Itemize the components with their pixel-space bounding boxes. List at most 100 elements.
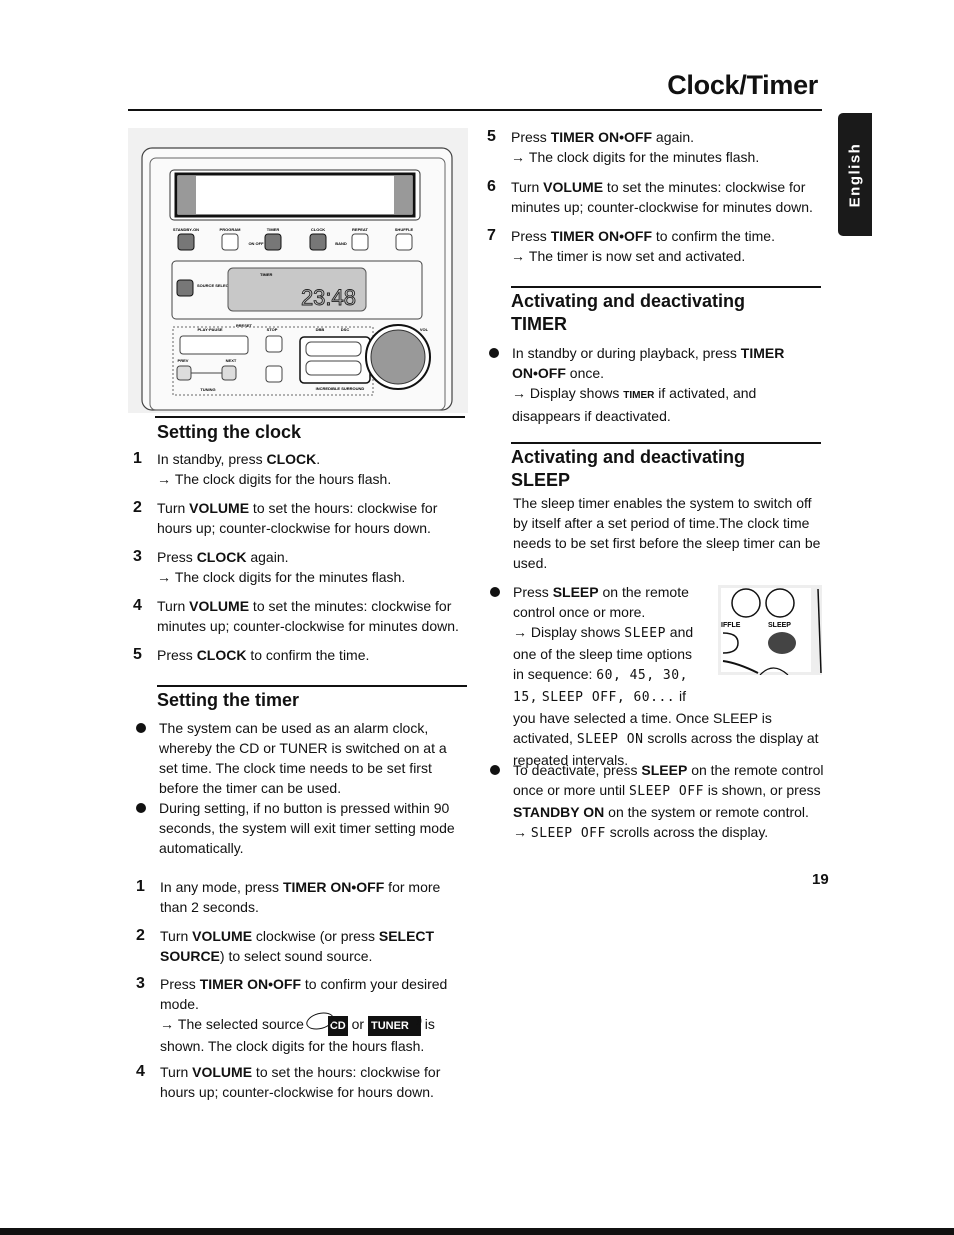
heading-setting-timer: Setting the timer xyxy=(157,690,300,710)
lcd-time-readout: 23:48 xyxy=(301,285,356,310)
bold-key-label: VOLUME xyxy=(189,598,250,614)
item-text: Press TIMER ON•OFF to confirm the time. xyxy=(511,226,823,246)
item-text: In standby or during playback, press TIM… xyxy=(512,343,817,383)
item-text: Press CLOCK again. xyxy=(157,547,469,567)
text-run: . xyxy=(316,451,321,467)
step-number: 3 xyxy=(133,548,142,565)
item-text: To deactivate, press SLEEP on the remote… xyxy=(513,760,825,822)
label-play-pause: PLAY·PAUSE xyxy=(197,327,222,332)
bullet-item: The system can be used as an alarm clock… xyxy=(136,718,459,798)
result-line: → The timer is now set and activated. xyxy=(511,246,823,266)
step-item: 4 Turn VOLUME to set the minutes: clockwi… xyxy=(133,596,469,636)
bold-key-label: CLOCK xyxy=(196,549,247,565)
text-run: Press xyxy=(160,976,200,992)
label-tuning: TUNING xyxy=(200,387,215,392)
timer-button xyxy=(264,233,282,251)
page-number: 19 xyxy=(812,871,829,888)
text-run: Turn xyxy=(511,179,544,195)
bullet-icon xyxy=(489,348,499,358)
bullet-item: To deactivate, press SLEEP on the remote… xyxy=(490,760,825,844)
label-stop: STOP xyxy=(267,327,278,332)
item-text: During setting, if no button is pressed … xyxy=(159,798,464,858)
label-surround: INCREDIBLE SURROUND xyxy=(316,386,365,391)
text-run: again. xyxy=(246,549,289,565)
result-line: → The clock digits for the minutes flash… xyxy=(511,147,823,167)
sleep-intro-paragraph: The sleep timer enables the system to sw… xyxy=(513,495,821,571)
text-run: In standby or during playback, press xyxy=(512,345,741,361)
label-clock: CLOCK xyxy=(311,227,325,232)
device-front-panel-illustration: STANDBY-ON PROGRAM TIMER CLOCK REPEAT SH… xyxy=(128,128,468,413)
text-run: To deactivate, press xyxy=(513,762,642,778)
arrow-icon: → xyxy=(160,1016,178,1032)
tuner-source-icon: TUNER xyxy=(367,1016,421,1036)
display-text: SLEEP xyxy=(624,626,666,641)
stop-button xyxy=(265,335,283,353)
clock-button xyxy=(309,233,327,251)
item-text: Press CLOCK to confirm the time. xyxy=(157,645,469,665)
standby-button xyxy=(177,233,195,251)
heading-activating-timer: Activating and deactivating TIMER xyxy=(511,290,745,336)
step-number: 6 xyxy=(487,178,496,195)
display-text: SLEEP OFF xyxy=(628,784,704,799)
text-run: The clock digits for the hours flash. xyxy=(174,471,392,487)
text-run: In standby, press xyxy=(157,451,267,467)
bullet-item: During setting, if no button is pressed … xyxy=(136,798,464,858)
lcd-timer-indicator: TIMER xyxy=(260,272,273,277)
text-run: Press xyxy=(511,228,551,244)
play-pause-button xyxy=(179,335,249,355)
arrow-icon: → xyxy=(511,149,529,165)
section-rule xyxy=(155,416,465,418)
item-text: Turn VOLUME to set the hours: clockwise … xyxy=(157,498,469,538)
text-run: once. xyxy=(565,365,605,381)
bullet-item: Press SLEEP on the remote control once o… xyxy=(490,582,825,770)
step-item: 2 Turn VOLUME clockwise (or press SELECT … xyxy=(136,926,465,966)
step-number: 7 xyxy=(487,227,496,244)
display-text: SLEEP OFF, 60... xyxy=(541,690,676,705)
step-item: 2 Turn VOLUME to set the hours: clockwise… xyxy=(133,498,469,538)
language-tab: English xyxy=(838,113,872,236)
text-run: Turn xyxy=(160,1064,193,1080)
section-rule xyxy=(511,442,821,444)
arrow-icon: → xyxy=(157,569,175,585)
bold-key-label: VOLUME xyxy=(189,500,250,516)
text-run: Press xyxy=(513,584,553,600)
result-line: → SLEEP OFF scrolls across the display. xyxy=(513,822,825,844)
text-run: Turn xyxy=(157,500,190,516)
text-run: TIMER xyxy=(623,390,655,401)
heading-setting-clock: Setting the clock xyxy=(157,422,302,442)
bottom-bar xyxy=(0,1228,954,1235)
item-text: Turn VOLUME clockwise (or press SELECT S… xyxy=(160,926,465,966)
step-item: 3 Press TIMER ON•OFF to confirm your desi… xyxy=(136,974,460,1056)
next-button xyxy=(221,365,237,381)
text-run: In any mode, press xyxy=(160,879,283,895)
step-item: 6 Turn VOLUME to set the minutes: clockwi… xyxy=(487,177,823,217)
heading-line: SLEEP xyxy=(511,470,571,490)
bullet-item: In standby or during playback, press TIM… xyxy=(489,343,817,426)
step-number: 1 xyxy=(133,450,142,467)
result-line: → The selected source CD or TUNER is sho… xyxy=(160,1014,460,1056)
text-run: scrolls across the display. xyxy=(605,824,769,840)
label-band: BAND xyxy=(335,241,347,246)
bold-key-label: TIMER ON•OFF xyxy=(199,976,302,992)
item-text: Turn VOLUME to set the minutes: clockwis… xyxy=(157,596,469,636)
text-run: During setting, if no button is pressed … xyxy=(159,800,455,856)
label-vol: VOL xyxy=(420,327,429,332)
step-number: 5 xyxy=(133,646,142,663)
step-number: 2 xyxy=(136,927,145,944)
step-item: 5 Press TIMER ON•OFF again. → The clock di… xyxy=(487,127,823,167)
label-dsc: DSC xyxy=(341,327,350,332)
step-item: 4 Turn VOLUME to set the hours: clockwise… xyxy=(136,1062,460,1102)
label-standby: STANDBY-ON xyxy=(173,227,199,232)
text-run: The timer is now set and activated. xyxy=(528,248,746,264)
heading-line: Activating and deactivating xyxy=(511,291,746,311)
heading-line: TIMER xyxy=(511,314,567,334)
text-run: The clock digits for the minutes flash. xyxy=(174,569,406,585)
text-run: to confirm the time. xyxy=(246,647,370,663)
section-rule xyxy=(157,685,467,687)
label-prev: PREV xyxy=(178,358,189,363)
result-line: → The clock digits for the minutes flash… xyxy=(157,567,469,587)
item-text: In standby, press CLOCK. xyxy=(157,449,469,469)
bold-key-label: CLOCK xyxy=(266,451,317,467)
label-onoff: ON OFF xyxy=(248,241,264,246)
display-text: SLEEP ON xyxy=(576,732,644,747)
